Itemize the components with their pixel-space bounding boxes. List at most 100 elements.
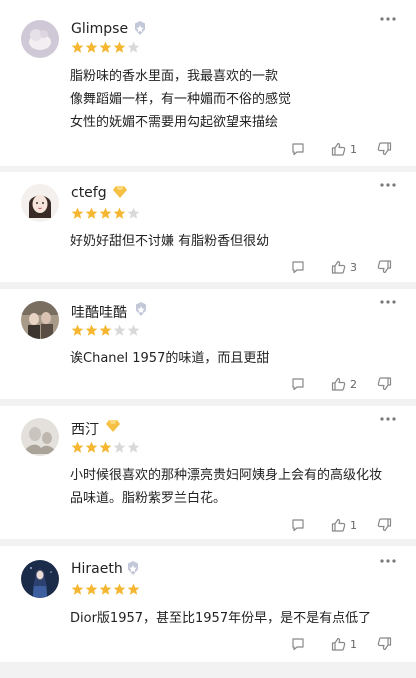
thumbs-down-icon bbox=[377, 142, 392, 156]
star-empty-icon bbox=[113, 441, 126, 453]
avatar[interactable] bbox=[21, 560, 59, 598]
star-empty-icon bbox=[127, 324, 140, 336]
avatar[interactable] bbox=[21, 184, 59, 222]
star-filled-icon bbox=[85, 583, 98, 595]
gold-badge-icon bbox=[112, 184, 128, 200]
star-filled-icon bbox=[71, 41, 84, 53]
comment-button[interactable] bbox=[291, 142, 305, 156]
more-options-icon[interactable] bbox=[380, 16, 396, 22]
review-content: 好奶好甜但不讨嫌 有脂粉香但很幼 bbox=[70, 234, 270, 249]
star-rating bbox=[71, 583, 140, 597]
review-card: 哇酷哇酷 诶Chanel 1957的味道，而且更甜 2 bbox=[0, 289, 416, 399]
like-count: 1 bbox=[350, 637, 357, 651]
avatar[interactable] bbox=[21, 301, 59, 339]
star-rating bbox=[71, 41, 140, 55]
star-filled-icon bbox=[71, 441, 84, 453]
review-content: Dior版1957，甚至比1957年份早，是不是有点低了 bbox=[70, 611, 372, 626]
more-options-icon[interactable] bbox=[380, 558, 396, 564]
more-options-icon[interactable] bbox=[380, 416, 396, 422]
like-count: 1 bbox=[350, 142, 357, 156]
like-button[interactable]: 1 bbox=[331, 518, 357, 532]
star-rating bbox=[71, 441, 140, 455]
star-empty-icon bbox=[127, 41, 140, 53]
comment-icon bbox=[292, 638, 304, 651]
like-count: 2 bbox=[350, 377, 357, 391]
more-options-icon[interactable] bbox=[380, 299, 396, 305]
dislike-button[interactable] bbox=[377, 518, 392, 532]
star-rating bbox=[71, 324, 140, 338]
comment-button[interactable] bbox=[291, 637, 305, 651]
star-filled-icon bbox=[113, 41, 126, 53]
star-filled-icon bbox=[99, 41, 112, 53]
like-button[interactable]: 3 bbox=[331, 260, 357, 274]
review-content: 诶Chanel 1957的味道，而且更甜 bbox=[70, 351, 270, 366]
thumbs-down-icon bbox=[377, 260, 392, 274]
star-filled-icon bbox=[113, 583, 126, 595]
thumbs-up-icon bbox=[331, 260, 346, 274]
thumbs-down-icon bbox=[377, 377, 392, 391]
comment-icon bbox=[292, 143, 304, 156]
comment-icon bbox=[292, 261, 304, 274]
comment-button[interactable] bbox=[291, 518, 305, 532]
like-button[interactable]: 1 bbox=[331, 637, 357, 651]
review-actions: 1 bbox=[291, 516, 392, 534]
dislike-button[interactable] bbox=[377, 260, 392, 274]
review-card: Glimpse 脂粉味的香水里面，我最喜欢的一款 像舞蹈媚一样，有一种媚而不俗的… bbox=[0, 0, 416, 166]
dislike-button[interactable] bbox=[377, 637, 392, 651]
more-options-icon[interactable] bbox=[380, 182, 396, 188]
username[interactable]: Hiraeth bbox=[71, 561, 123, 577]
thumbs-up-icon bbox=[331, 142, 346, 156]
avatar[interactable] bbox=[21, 418, 59, 456]
star-empty-icon bbox=[127, 207, 140, 219]
star-empty-icon bbox=[127, 441, 140, 453]
review-actions: 1 bbox=[291, 635, 392, 653]
like-button[interactable]: 1 bbox=[331, 142, 357, 156]
review-actions: 2 bbox=[291, 375, 392, 393]
comment-button[interactable] bbox=[291, 260, 305, 274]
avatar[interactable] bbox=[21, 20, 59, 58]
review-card: 西汀 小时候很喜欢的那种漂亮贵妇阿姨身上会有的高级化妆品味道。脂粉紫罗兰白花。 … bbox=[0, 406, 416, 539]
comment-button[interactable] bbox=[291, 377, 305, 391]
dislike-button[interactable] bbox=[377, 377, 392, 391]
username[interactable]: 西汀 bbox=[71, 419, 99, 439]
thumbs-down-icon bbox=[377, 637, 392, 651]
review-card: Hiraeth Dior版1957，甚至比1957年份早，是不是有点低了 1 bbox=[0, 546, 416, 662]
like-count: 1 bbox=[350, 518, 357, 532]
review-actions: 1 bbox=[291, 140, 392, 158]
star-filled-icon bbox=[99, 207, 112, 219]
thumbs-up-icon bbox=[331, 637, 346, 651]
star-filled-icon bbox=[71, 207, 84, 219]
gold-badge-icon bbox=[105, 418, 121, 434]
star-filled-icon bbox=[71, 583, 84, 595]
like-button[interactable]: 2 bbox=[331, 377, 357, 391]
like-count: 3 bbox=[350, 260, 357, 274]
star-rating bbox=[71, 207, 140, 221]
comment-icon bbox=[292, 519, 304, 532]
silver-badge-icon bbox=[125, 560, 141, 576]
star-filled-icon bbox=[85, 324, 98, 336]
star-filled-icon bbox=[99, 441, 112, 453]
star-filled-icon bbox=[99, 324, 112, 336]
star-empty-icon bbox=[113, 324, 126, 336]
star-filled-icon bbox=[113, 207, 126, 219]
thumbs-up-icon bbox=[331, 377, 346, 391]
star-filled-icon bbox=[99, 583, 112, 595]
star-filled-icon bbox=[85, 441, 98, 453]
star-filled-icon bbox=[85, 41, 98, 53]
username[interactable]: Glimpse bbox=[71, 21, 128, 37]
username[interactable]: ctefg bbox=[71, 185, 107, 201]
silver-badge-icon bbox=[133, 301, 149, 317]
review-card: ctefg 好奶好甜但不讨嫌 有脂粉香但很幼 3 bbox=[0, 172, 416, 282]
dislike-button[interactable] bbox=[377, 142, 392, 156]
silver-badge-icon bbox=[132, 20, 148, 36]
thumbs-up-icon bbox=[331, 518, 346, 532]
username[interactable]: 哇酷哇酷 bbox=[71, 302, 127, 322]
star-filled-icon bbox=[85, 207, 98, 219]
star-filled-icon bbox=[71, 324, 84, 336]
comment-icon bbox=[292, 378, 304, 391]
review-content: 小时候很喜欢的那种漂亮贵妇阿姨身上会有的高级化妆品味道。脂粉紫罗兰白花。 bbox=[70, 468, 383, 506]
review-content: 脂粉味的香水里面，我最喜欢的一款 像舞蹈媚一样，有一种媚而不俗的感觉 女性的妩媚… bbox=[70, 69, 292, 130]
review-actions: 3 bbox=[291, 258, 392, 276]
thumbs-down-icon bbox=[377, 518, 392, 532]
star-filled-icon bbox=[127, 583, 140, 595]
